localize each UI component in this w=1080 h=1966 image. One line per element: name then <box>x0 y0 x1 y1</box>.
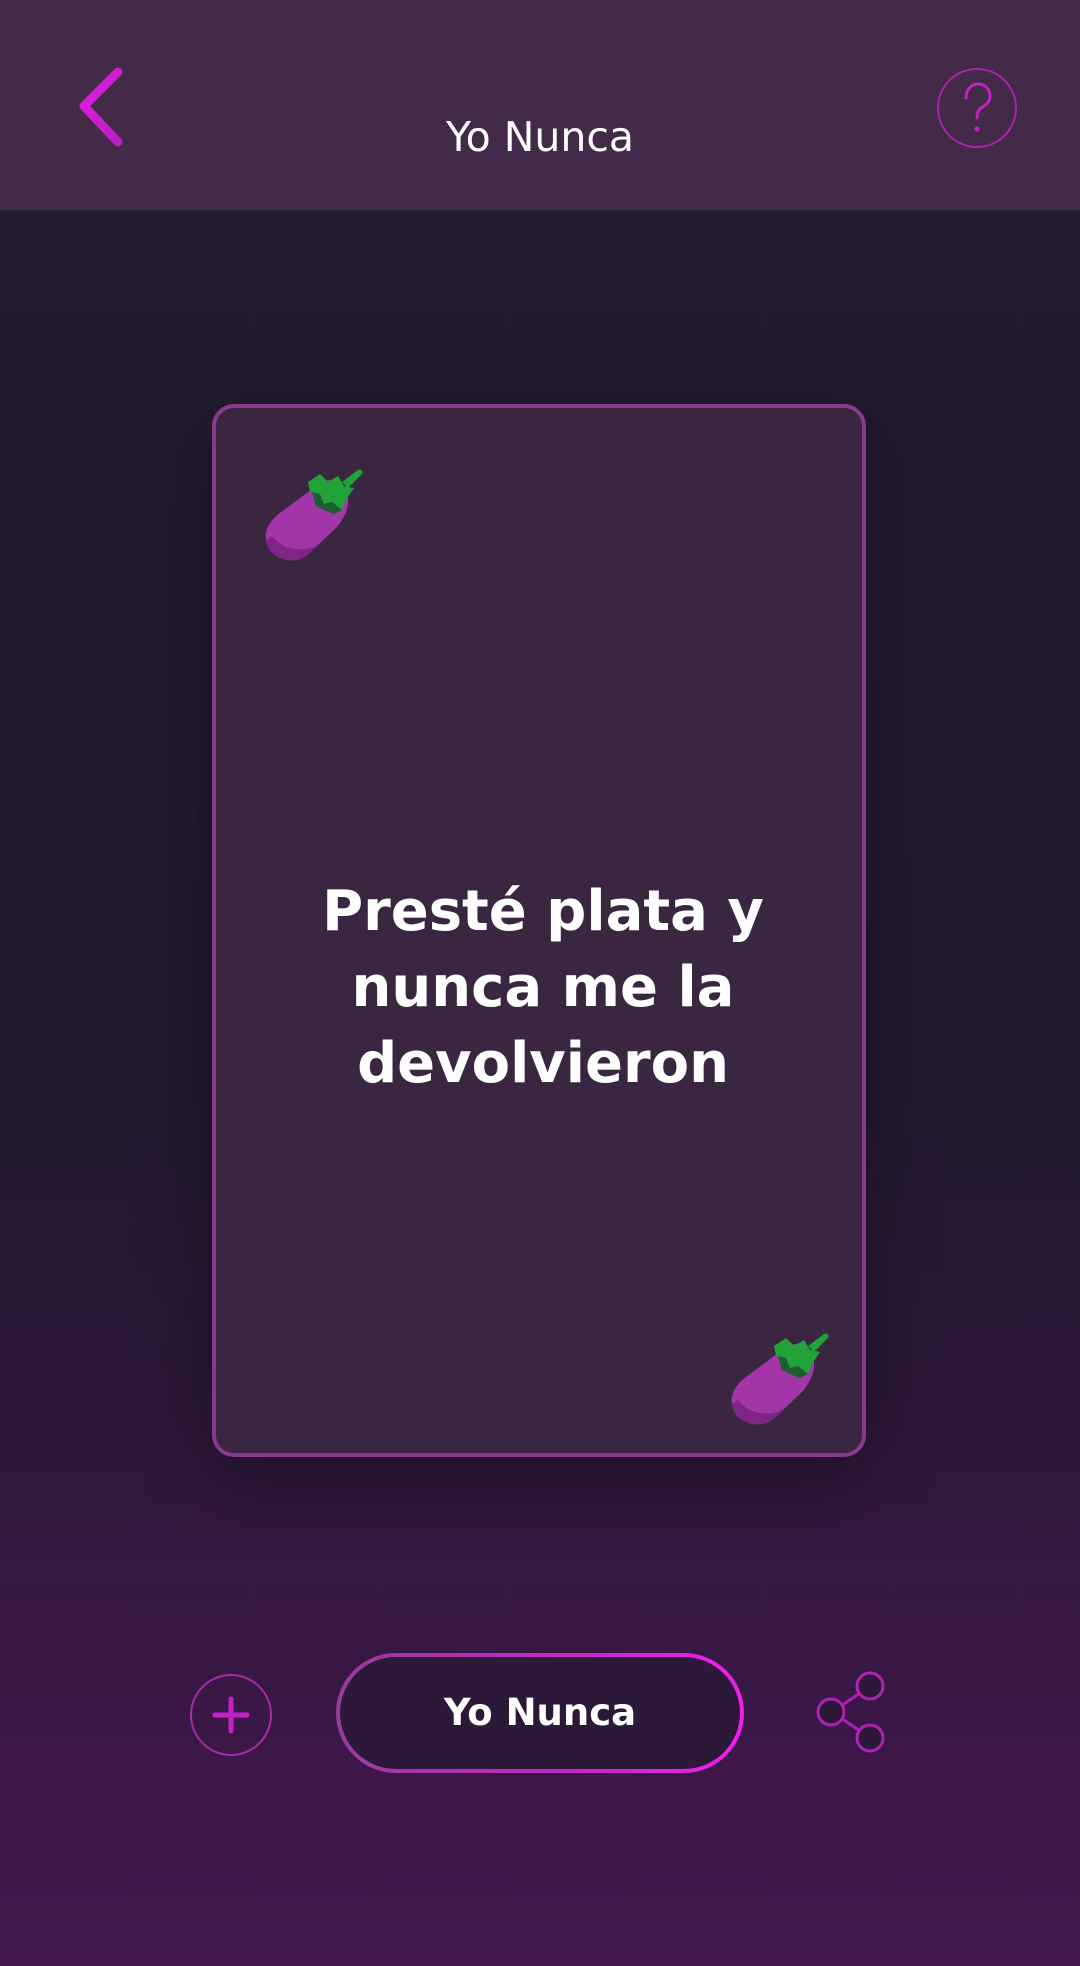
add-question-button[interactable] <box>190 1674 272 1756</box>
plus-icon <box>212 1696 250 1734</box>
card-question-text: Presté plata y nunca me la devolvieron <box>322 879 764 1096</box>
help-button[interactable] <box>937 68 1017 148</box>
share-button[interactable] <box>810 1666 890 1756</box>
question-card[interactable]: Presté plata y nunca me la devolvieron <box>212 404 866 1457</box>
share-icon <box>816 1671 885 1753</box>
page-title: Yo Nunca <box>445 113 635 162</box>
yo-nunca-button-label: Yo Nunca <box>443 1691 637 1734</box>
top-app-bar: Yo Nunca <box>0 0 1080 210</box>
chevron-left-icon <box>79 67 123 147</box>
back-button[interactable] <box>66 60 146 160</box>
question-mark-icon <box>964 82 992 132</box>
eggplant-icon <box>731 1333 829 1425</box>
eggplant-icon <box>265 469 363 561</box>
yo-nunca-button[interactable]: Yo Nunca <box>336 1653 744 1773</box>
